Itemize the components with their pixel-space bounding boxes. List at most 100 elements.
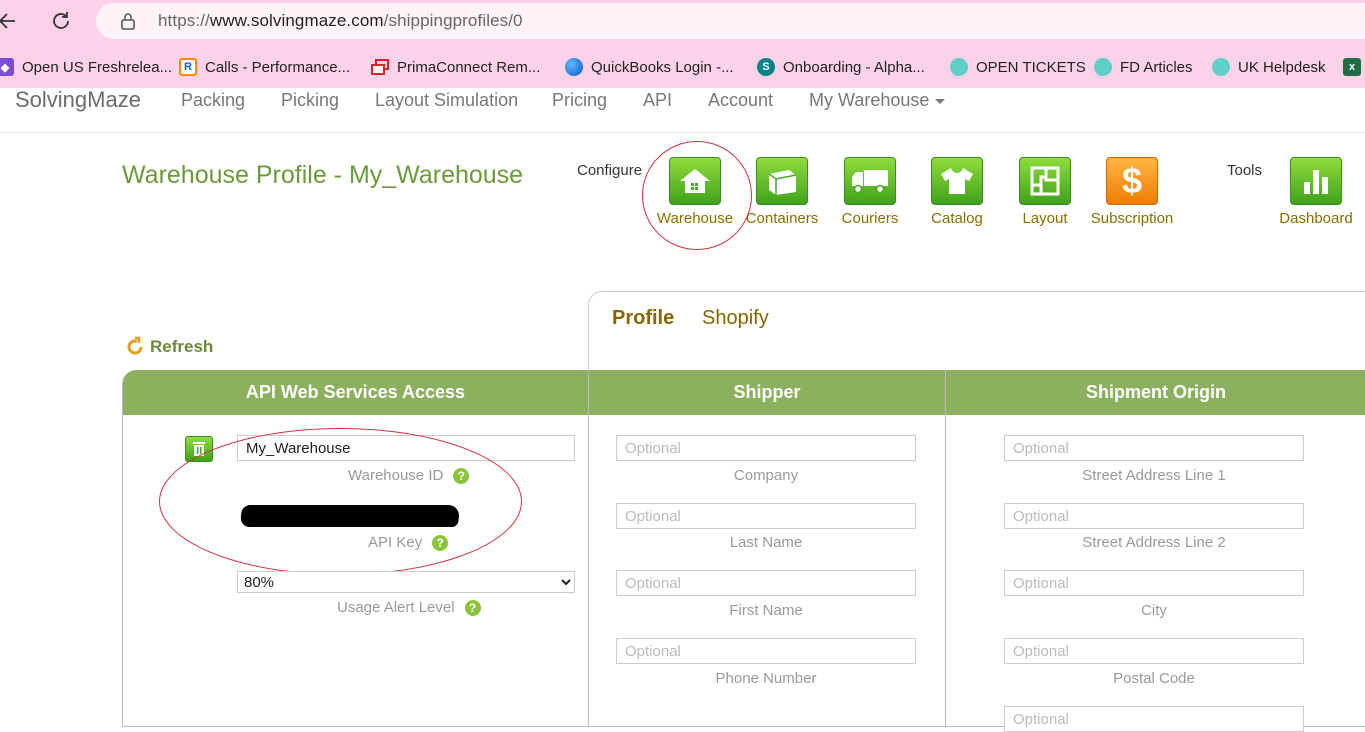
column-divider (588, 370, 589, 726)
api-key-label: API Key? (368, 534, 449, 552)
refresh-icon (127, 336, 143, 355)
box-icon (756, 157, 808, 205)
origin-street1-label: Street Address Line 1 (1082, 467, 1226, 484)
label-text: Usage Alert Level (337, 599, 455, 616)
bookmark-fd-articles[interactable]: FD Articles (1094, 56, 1193, 78)
origin-city-label: City (1141, 602, 1167, 619)
freshdesk-icon (950, 58, 968, 76)
nav-picking[interactable]: Picking (281, 90, 339, 110)
tile-label: Subscription (1090, 210, 1174, 227)
bar-chart-icon (1290, 157, 1342, 205)
origin-extra-input[interactable] (1004, 706, 1304, 732)
tile-containers[interactable]: Containers (738, 157, 826, 227)
freshdesk-icon (1212, 58, 1230, 76)
column-divider (945, 370, 946, 726)
origin-city-input[interactable] (1004, 570, 1304, 596)
nav-packing[interactable]: Packing (181, 90, 245, 110)
tile-dashboard[interactable]: Dashboard (1272, 157, 1360, 227)
site-navbar: SolvingMaze Packing Picking Layout Simul… (0, 88, 1365, 133)
bookmark-label: Open US Freshrelea... (22, 58, 173, 76)
refresh-button[interactable]: Refresh (124, 336, 213, 358)
tile-catalog[interactable]: Catalog (913, 157, 1001, 227)
bookmark-label: Calls - Performance... (205, 58, 351, 76)
brand-logo[interactable]: SolvingMaze (15, 88, 141, 112)
bookmark-primaconnect[interactable]: PrimaConnect Rem... (371, 56, 540, 78)
configure-label: Configure (577, 162, 643, 179)
freshdesk-icon (1094, 58, 1112, 76)
shipper-phone-input[interactable] (616, 638, 916, 664)
shipper-company-input[interactable] (616, 435, 916, 461)
shipper-phone-label: Phone Number (715, 670, 817, 687)
origin-street2-label: Street Address Line 2 (1082, 534, 1226, 551)
tab-shopify[interactable]: Shopify (702, 307, 769, 330)
label-text: API Key (368, 534, 423, 551)
tile-label: Catalog (931, 210, 983, 227)
bookmark-onboarding[interactable]: S Onboarding - Alpha... (757, 56, 925, 78)
reload-icon[interactable] (46, 6, 76, 36)
bookmark-uk-helpdesk[interactable]: UK Helpdesk (1212, 56, 1326, 78)
bookmark-excel[interactable]: x (1343, 56, 1365, 78)
sharepoint-icon: S (757, 58, 775, 76)
redacted-api-key (239, 505, 461, 527)
tile-label: Dashboard (1279, 210, 1353, 227)
origin-postal-input[interactable] (1004, 638, 1304, 664)
origin-street1-input[interactable] (1004, 435, 1304, 461)
tile-label: Couriers (841, 210, 899, 227)
tile-subscription[interactable]: $ Subscription (1088, 157, 1176, 227)
shipper-company-label: Company (733, 467, 799, 484)
help-icon[interactable]: ? (432, 535, 449, 552)
label-text: Warehouse ID (348, 467, 444, 484)
shipper-first-name-input[interactable] (616, 570, 916, 596)
nav-account[interactable]: Account (708, 90, 773, 110)
bookmark-calls-performance[interactable]: R Calls - Performance... (179, 56, 350, 78)
lock-icon[interactable] (120, 12, 136, 35)
edge-globe-icon (565, 58, 583, 76)
tile-label: Warehouse (656, 210, 734, 227)
nav-my-warehouse-dropdown[interactable]: My Warehouse (809, 90, 946, 110)
house-icon (669, 157, 721, 205)
tabs-container (588, 291, 1365, 372)
bookmark-open-us-freshrelease[interactable]: ◆ Open US Freshrelea... (0, 56, 172, 78)
page-title: Warehouse Profile - My_Warehouse (122, 161, 524, 189)
refresh-label: Refresh (150, 337, 214, 356)
shipper-last-name-input[interactable] (616, 503, 916, 529)
tile-label: Layout (1022, 210, 1068, 227)
nav-pricing[interactable]: Pricing (552, 90, 607, 110)
shipper-section-header: Shipper (589, 370, 945, 415)
tile-couriers[interactable]: Couriers (826, 157, 914, 227)
dropdown-label: My Warehouse (809, 90, 930, 110)
bookmark-label: PrimaConnect Rem... (397, 58, 541, 76)
usage-alert-select[interactable]: 80% (237, 571, 575, 593)
bookmark-label: QuickBooks Login -... (591, 58, 734, 76)
api-section-header: API Web Services Access (123, 370, 588, 415)
ringcentral-icon: R (179, 58, 197, 76)
tools-label: Tools (1227, 162, 1263, 179)
truck-icon (844, 157, 896, 205)
tile-warehouse[interactable]: Warehouse (651, 157, 739, 227)
help-icon[interactable]: ? (464, 600, 481, 617)
tile-label: Containers (745, 210, 819, 227)
bookmark-label: UK Helpdesk (1238, 58, 1326, 76)
nav-layout-simulation[interactable]: Layout Simulation (375, 90, 518, 110)
delete-warehouse-button[interactable] (185, 436, 213, 462)
nav-api[interactable]: API (643, 90, 672, 110)
tab-profile[interactable]: Profile (612, 307, 674, 330)
help-icon[interactable]: ? (453, 468, 470, 485)
warehouse-id-label: Warehouse ID? (348, 467, 470, 485)
browser-chrome: https://www.solvingmaze.com/shippingprof… (0, 0, 1365, 88)
caret-down-icon (935, 98, 946, 104)
tshirt-icon (931, 157, 983, 205)
trash-icon (185, 436, 213, 462)
origin-street2-input[interactable] (1004, 503, 1304, 529)
origin-postal-label: Postal Code (1113, 670, 1195, 687)
warehouse-id-input[interactable] (237, 435, 575, 461)
bookmark-quickbooks[interactable]: QuickBooks Login -... (565, 56, 734, 78)
url-text[interactable]: https://www.solvingmaze.com/shippingprof… (158, 11, 523, 31)
tile-layout[interactable]: Layout (1001, 157, 1089, 227)
bookmark-open-tickets[interactable]: OPEN TICKETS (950, 56, 1086, 78)
bookmark-label: Onboarding - Alpha... (783, 58, 925, 76)
back-arrow-icon[interactable] (0, 6, 22, 36)
shipper-last-name-label: Last Name (729, 534, 803, 551)
floorplan-icon (1019, 157, 1071, 205)
dollar-icon: $ (1106, 157, 1158, 205)
